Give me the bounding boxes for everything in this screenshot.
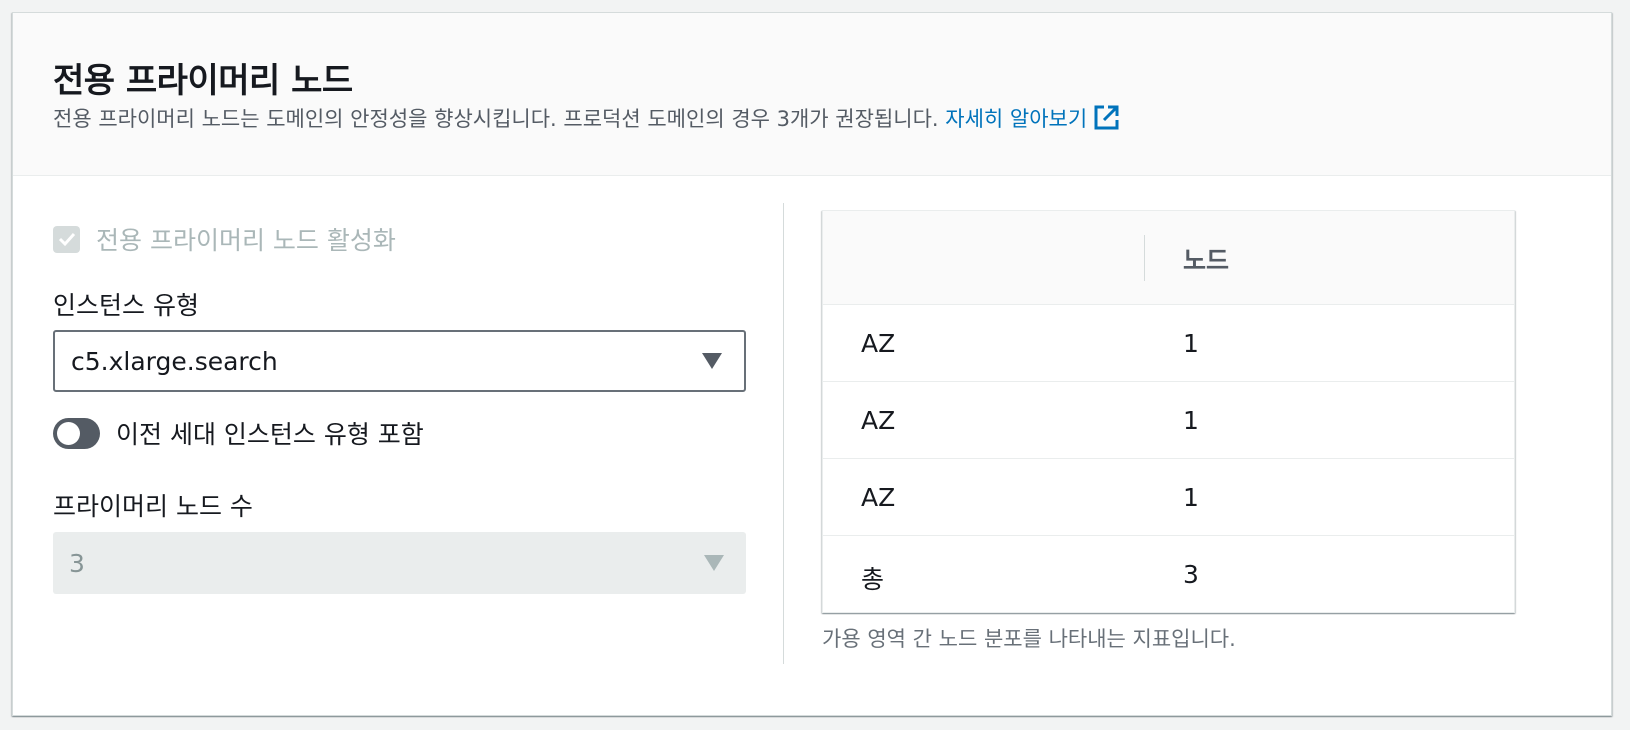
checkmark-icon: [58, 232, 75, 247]
table-caption: 가용 영역 간 노드 분포를 나타내는 지표입니다.: [822, 627, 1236, 651]
table-cell-total-nodes: 3: [1183, 560, 1199, 589]
table-header-nodes: 노드: [1183, 246, 1230, 275]
learn-more-label: 자세히 알아보기: [945, 107, 1088, 131]
node-count-value: 3: [69, 548, 85, 578]
learn-more-link[interactable]: 자세히 알아보기: [945, 105, 1120, 131]
prev-gen-toggle-label: 이전 세대 인스턴스 유형 포함: [116, 420, 424, 449]
column-divider: [783, 203, 784, 664]
dedicated-primary-nodes-panel: 전용 프라이머리 노드 전용 프라이머리 노드는 도메인의 안정성을 향상시킵니…: [12, 12, 1612, 716]
table-row: AZ 1: [823, 305, 1514, 382]
enable-dedicated-nodes-label: 전용 프라이머리 노드 활성화: [96, 226, 396, 255]
prev-gen-toggle-row[interactable]: 이전 세대 인스턴스 유형 포함: [53, 415, 424, 451]
caret-down-icon: [704, 555, 724, 571]
table-cell-az: AZ: [861, 406, 896, 435]
enable-dedicated-nodes-checkbox[interactable]: [53, 225, 80, 253]
instance-type-label: 인스턴스 유형: [53, 291, 199, 320]
prev-gen-toggle[interactable]: [53, 417, 100, 449]
table-cell-az: AZ: [861, 329, 896, 358]
instance-type-value: c5.xlarge.search: [71, 346, 278, 376]
table-row: AZ 1: [823, 382, 1514, 459]
toggle-knob: [57, 421, 80, 445]
header-separator: [1144, 235, 1145, 281]
caret-down-icon: [702, 353, 722, 369]
table-row-total: 총 3: [823, 536, 1514, 613]
node-distribution-table: 노드 AZ 1 AZ 1 AZ 1 총 3: [822, 210, 1515, 613]
table-cell-nodes: 1: [1183, 483, 1199, 512]
table-row: AZ 1: [823, 459, 1514, 536]
table-cell-nodes: 1: [1183, 329, 1199, 358]
instance-type-select[interactable]: c5.xlarge.search: [53, 330, 746, 392]
panel-title: 전용 프라이머리 노드: [53, 61, 353, 101]
panel-description: 전용 프라이머리 노드는 도메인의 안정성을 향상시킵니다. 프로덕션 도메인의…: [53, 103, 1120, 136]
table-cell-nodes: 1: [1183, 406, 1199, 435]
panel-header: 전용 프라이머리 노드 전용 프라이머리 노드는 도메인의 안정성을 향상시킵니…: [13, 13, 1611, 176]
external-link-icon: [1093, 104, 1120, 136]
node-count-select: 3: [53, 532, 746, 594]
table-cell-total-label: 총: [861, 565, 885, 594]
table-header: 노드: [823, 211, 1514, 305]
table-cell-az: AZ: [861, 483, 896, 512]
enable-dedicated-nodes-checkbox-row[interactable]: 전용 프라이머리 노드 활성화: [53, 221, 396, 257]
node-count-label: 프라이머리 노드 수: [53, 492, 253, 521]
description-text: 전용 프라이머리 노드는 도메인의 안정성을 향상시킵니다. 프로덕션 도메인의…: [53, 107, 939, 131]
